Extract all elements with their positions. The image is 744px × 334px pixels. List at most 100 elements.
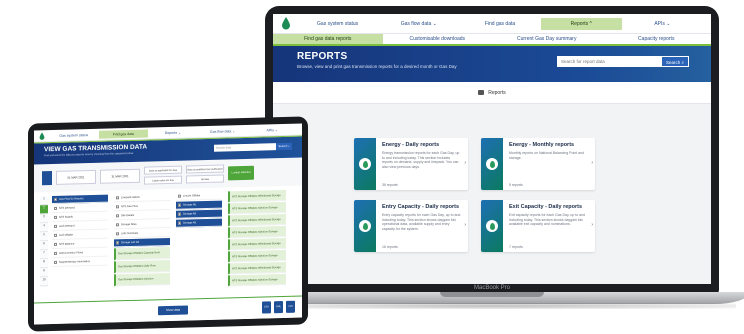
folder-icon [478,90,485,95]
checkbox-icon [54,242,57,246]
step-item[interactable]: 10 [40,277,48,287]
list-item[interactable]: NTS Storage Offtakes Injection Storage [228,249,286,263]
to-date-field[interactable]: 31 MAR 2021 [100,168,140,184]
option-latest-value[interactable]: Latest value per day [144,175,182,185]
list-item[interactable]: LDZ Offtake [52,230,108,241]
list-item[interactable]: NTS Storage Offtakes Withdrawal Storage [228,189,286,203]
nav-apis[interactable]: APIs ⌄ [622,21,703,27]
list-item[interactable]: NTS Storage Offtakes Injection Storage [228,225,286,239]
subnav-current-gas-day-summary[interactable]: Current Gas Day summary [492,34,602,44]
option-applicable-for-gas[interactable]: Data as applicable for Gas [144,165,182,175]
list-item[interactable]: Storage ML [176,200,222,210]
option-published-per-publication[interactable]: Data as published per publication [186,164,224,174]
list-item[interactable]: Storage Lab 1B [114,237,170,248]
checkbox-icon [178,203,181,207]
subnav-find-gas-data-reports[interactable]: Find gas data reports [273,34,383,44]
list-item[interactable]: Storage Sites [114,219,170,230]
step-item[interactable]: 7 [40,250,48,260]
search-button[interactable]: Search ⌕ [661,56,689,67]
chevron-right-icon: › [591,222,593,228]
list-item[interactable]: Storage AB [176,209,222,219]
nav-find-gas-data[interactable]: Find gas data [459,21,540,27]
list-item[interactable]: NTS Storage Offtakes Withdrawal Storage [228,261,286,275]
list-item[interactable]: Site Details [114,210,170,221]
checkbox-icon [116,196,119,200]
list-item[interactable]: NTS Storage Offtakes Injection Storage [228,273,286,287]
laptop-screen: Gas system status Gas flow data ⌄ Find g… [273,14,711,284]
breadcrumb: Reports [273,82,711,104]
step-item[interactable]: 3 [40,214,48,224]
nav-gas-flow-data[interactable]: Gas flow data ⌄ [378,21,459,27]
report-card-exit-capacity-daily[interactable]: Exit Capacity - Daily reports Exit capac… [481,200,595,252]
list-item[interactable]: LDZ Demand [52,221,108,232]
card-description: Exit capacity reports for each Gas Day, … [509,213,586,226]
nav-gas-system-status[interactable]: Gas system status [49,132,99,138]
checkbox-icon [116,223,119,227]
checkbox-icon [54,251,57,255]
list-item[interactable]: NTS Balance [52,239,108,250]
step-item[interactable]: 9 [40,268,48,278]
checkbox-icon [178,221,181,225]
step-item[interactable]: 2 [40,205,48,215]
list-item[interactable]: NTS Storage Offtakes Withdrawal Storage [228,213,286,227]
list-item[interactable]: Gas Storage Offtakes Capacity Nom [114,246,170,261]
list-item[interactable]: LNG Terminals [114,228,170,239]
step-item[interactable]: 1 [40,196,48,206]
nav-find-gas-data[interactable]: Find gas data [98,129,149,139]
list-item[interactable]: NTS Supply [52,212,108,223]
laptop-notch [440,292,544,297]
card-title: Energy - Daily reports [382,142,440,148]
step-item[interactable]: 6 [40,241,48,251]
card-description: Entry capacity reports for each Gas Day,… [382,213,461,231]
download-csv-icon[interactable]: CSV [262,301,271,314]
download-xls-icon[interactable]: XLS [286,300,295,313]
list-item[interactable]: NTS Demand [52,203,108,214]
laptop-top-nav: Gas system status Gas flow data ⌄ Find g… [273,14,711,34]
option-all-data[interactable]: All data [186,174,224,184]
list-item[interactable]: Lincoln Offtake [176,191,222,201]
search-button[interactable]: Search ⌕ [276,142,292,151]
card-title: Energy - Monthly reports [509,142,575,148]
list-item[interactable]: Gas Storage Offtakes Daily Flow [114,259,170,274]
card-title: Exit Capacity - Daily reports [509,204,583,210]
report-card-energy-monthly[interactable]: Energy - Monthly reports Monthly reports… [481,138,595,190]
card-title: Entry Capacity - Daily reports [382,204,460,210]
nav-gas-flow-data[interactable]: Gas flow data ⌄ [198,128,248,134]
nav-reports[interactable]: Reports ⌄ [148,130,198,135]
from-date-field[interactable]: 01 MAR 2021 [56,169,96,185]
chevron-right-icon: › [591,160,593,166]
download-xml-icon[interactable]: XML [274,300,283,314]
search-input[interactable] [557,56,661,67]
step-item[interactable]: 5 [40,232,48,242]
subnav-capacity-reports[interactable]: Capacity reports [602,34,712,44]
checkbox-icon [54,233,57,237]
lookup-selected-button[interactable]: Lookup selected [228,165,254,181]
breadcrumb-reports[interactable]: Reports [488,90,506,96]
list-item[interactable]: Storage AB [176,218,222,228]
step-item[interactable]: 4 [40,223,48,233]
drop-logo-icon [39,131,45,140]
step-item[interactable]: 8 [40,259,48,269]
subnav-customisable-downloads[interactable]: Customisable downloads [383,34,493,44]
calendar-icon[interactable] [42,171,52,186]
list-item[interactable]: Linepack Values [114,192,170,203]
nav-gas-system-status[interactable]: Gas system status [297,21,378,27]
list-item[interactable]: NTS Storage Offtakes Withdrawal Storage [228,237,286,251]
checkbox-icon [116,205,119,209]
nav-reports[interactable]: Reports ^ [540,17,622,30]
drop-logo-icon [282,17,290,30]
laptop-search: Search ⌕ [557,56,689,67]
list-item[interactable]: Gas Storage Offtakes Injection [114,272,170,287]
list-item[interactable]: NTS Gas Flow [114,201,170,212]
list-item[interactable]: NTS Storage Offtakes Injection Storage [228,201,286,215]
list-item[interactable]: Supplementary Information [52,257,108,268]
show-data-button[interactable]: Show data [158,305,188,316]
report-card-energy-daily[interactable]: Energy - Daily reports Energy transmissi… [354,138,468,190]
list-item[interactable]: Gas Flow Ex Reports [52,194,108,205]
nav-apis[interactable]: APIs ⌄ [247,127,297,132]
gas-drop-icon [489,160,495,168]
list-item[interactable]: Interconnector Flows [52,248,108,259]
category-column-2: Linepack Values NTS Gas Flow Site Detail… [114,192,170,287]
step-sidebar: 1 2 3 4 5 6 7 8 9 10 [40,196,48,287]
report-card-entry-capacity-daily[interactable]: Entry Capacity - Daily reports Entry cap… [354,200,468,252]
